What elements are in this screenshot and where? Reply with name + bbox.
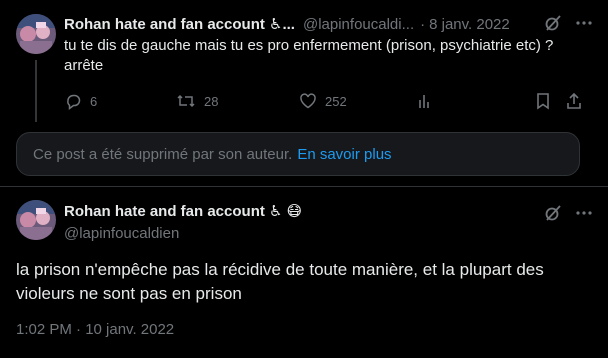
divider xyxy=(0,186,608,187)
views-button[interactable] xyxy=(417,93,433,109)
bookmark-icon xyxy=(537,93,549,110)
handle[interactable]: @lapinfoucaldien xyxy=(64,224,302,244)
tweet-text: tu te dis de gauche mais tu es pro enfer… xyxy=(64,36,592,76)
analytics-icon xyxy=(419,95,429,108)
deleted-notice-text: Ce post a été supprimé par son auteur. xyxy=(33,145,293,163)
like-count: 252 xyxy=(325,93,347,109)
bookmark-button[interactable] xyxy=(535,92,551,110)
learn-more-link[interactable]: En savoir plus xyxy=(297,146,391,163)
share-button[interactable] xyxy=(565,92,583,110)
grok-icon[interactable] xyxy=(544,204,562,222)
tweet-date[interactable]: 8 janv. 2022 xyxy=(429,16,510,33)
tweet-page: Rohan hate and fan account ♿... @lapinfo… xyxy=(0,0,608,358)
more-options-icon[interactable] xyxy=(576,21,592,25)
display-name-text: Rohan hate and fan account ♿ xyxy=(64,203,283,220)
reply-button[interactable]: 6 xyxy=(64,92,97,110)
retweet-icon xyxy=(177,94,195,108)
reply-count: 6 xyxy=(90,93,98,109)
deleted-post-notice: Ce post a été supprimé par son auteur. E… xyxy=(16,132,580,176)
share-icon xyxy=(567,92,581,109)
tweet-header-actions xyxy=(544,204,592,222)
tweet-header: Rohan hate and fan account ♿... @lapinfo… xyxy=(64,12,592,36)
parent-tweet-body: Rohan hate and fan account ♿... @lapinfo… xyxy=(64,12,592,110)
heart-icon xyxy=(300,93,316,109)
tweet-text-line: arrête xyxy=(64,57,104,74)
author-info: Rohan hate and fan account ♿ 😷 @lapinfou… xyxy=(64,200,302,244)
dot-separator: · xyxy=(420,15,426,33)
avatar[interactable] xyxy=(16,14,56,54)
retweet-count: 28 xyxy=(204,93,219,109)
like-button[interactable]: 252 xyxy=(299,92,347,110)
display-name[interactable]: Rohan hate and fan account ♿... xyxy=(64,15,295,33)
reply-icon xyxy=(67,94,81,110)
tweet-text: la prison n'empêche pas la récidive de t… xyxy=(16,260,544,303)
mask-emoji: 😷 xyxy=(286,203,303,220)
grok-icon[interactable] xyxy=(544,14,562,32)
thread-line xyxy=(35,60,37,122)
display-name[interactable]: Rohan hate and fan account ♿ 😷 xyxy=(64,200,302,224)
tweet-header-actions xyxy=(544,14,592,32)
tweet-actions: 6 28 252 xyxy=(64,90,592,112)
tweet-timestamp[interactable]: 1:02 PM · 10 janv. 2022 xyxy=(16,321,174,338)
tweet-text-line: tu te dis de gauche mais tu es pro enfer… xyxy=(64,37,554,54)
avatar[interactable] xyxy=(16,200,56,240)
retweet-button[interactable]: 28 xyxy=(176,92,218,110)
handle[interactable]: @lapinfoucaldi... xyxy=(303,16,414,33)
more-options-icon[interactable] xyxy=(576,211,592,215)
